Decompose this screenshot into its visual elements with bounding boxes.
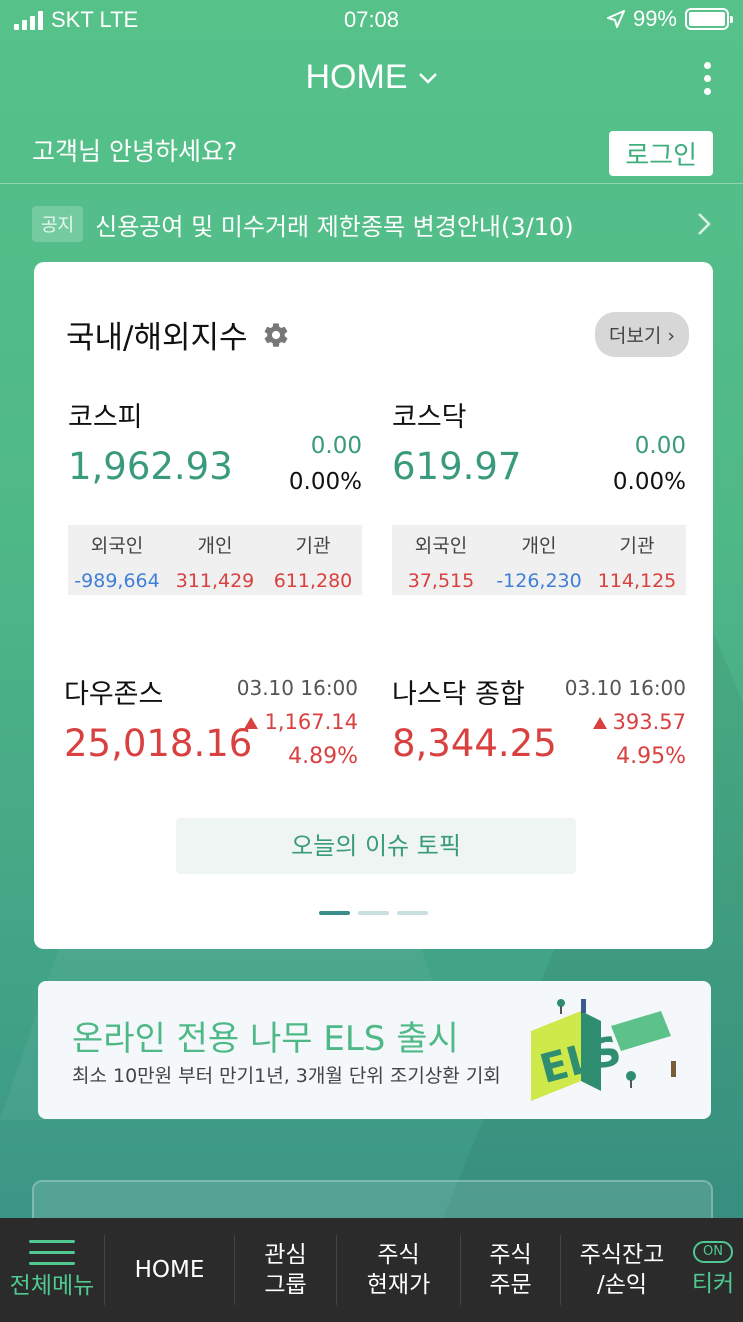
flow-header: 외국인 [90,535,144,557]
login-button[interactable]: 로그인 [609,131,713,176]
flow-value: 37,515 [407,570,475,592]
index-change: 393.57 4.95% [592,710,686,769]
page-dot[interactable] [397,911,428,915]
up-triangle-icon [244,717,259,729]
index-value: 1,962.93 [68,445,233,488]
els-banner[interactable]: 온라인 전용 나무 ELS 출시 최소 10만원 부터 만기1년, 3개월 단위… [38,981,711,1119]
index-card: 국내/해외지수 더보기 › 코스피 1,962.93 0.00 0.00% 외국… [34,262,713,949]
nav-balance[interactable]: 주식잔고 /손익 [561,1235,683,1305]
change-rate: 4.95% [616,744,686,769]
more-menu-icon[interactable] [701,62,713,102]
nav-label: 현재가 [366,1272,431,1298]
change-amount: 0.00 [310,433,362,459]
index-time: 03.10 16:00 [564,676,686,700]
divider [0,183,743,184]
nav-label: 주문 [489,1272,532,1298]
index-value: 619.97 [392,445,522,488]
flow-value: 311,429 [175,570,255,592]
bottom-nav: 전체메뉴 HOME 관심 그룹 주식 현재가 주식 주문 주식잔고 /손익 ON… [0,1218,743,1322]
issue-topic-button[interactable]: 오늘의 이슈 토픽 [176,818,576,874]
change-amount: 393.57 [612,710,686,734]
index-value: 8,344.25 [392,722,557,765]
ticker-on-badge: ON [693,1241,733,1263]
index-time: 03.10 16:00 [236,676,358,700]
investor-flow: 외국인 개인 기관 -989,664 311,429 611,280 [68,525,362,595]
index-change: 0.00 0.00% [289,433,362,495]
index-name: 코스피 [68,402,143,433]
chevron-down-icon [418,72,437,84]
change-rate: 0.00% [288,469,362,495]
notice-bar[interactable]: 공지 신용공여 및 미수거래 제한종목 변경안내(3/10) [32,204,712,244]
flow-header: 개인 [197,535,233,557]
change-amount: 0.00 [634,433,686,459]
page-indicator [34,911,713,915]
up-triangle-icon [592,717,607,729]
flow-value: 114,125 [597,570,677,592]
index-dow[interactable]: 다우존스 03.10 16:00 25,018.16 1,167.14 4.89… [64,672,358,782]
change-rate: 0.00% [612,469,686,495]
index-value: 25,018.16 [64,722,253,765]
index-nasdaq[interactable]: 나스닥 종합 03.10 16:00 8,344.25 393.57 4.95% [392,672,686,782]
change-amount: 1,167.14 [264,710,358,734]
more-button[interactable]: 더보기 › [594,312,689,357]
nav-label: 주식 [489,1242,532,1268]
status-bar: SKT LTE 07:08 99% [0,0,743,40]
page-dot[interactable] [358,911,389,915]
page-dot-active[interactable] [319,911,350,915]
nav-label: /손익 [596,1272,648,1298]
change-rate: 4.89% [288,744,358,769]
nav-stock-order[interactable]: 주식 주문 [461,1235,561,1305]
nav-home[interactable]: HOME [105,1235,235,1305]
app-header: HOME [0,52,743,108]
greeting-text: 고객님 안녕하세요? [32,137,238,166]
index-kospi[interactable]: 코스피 1,962.93 0.00 0.00% 외국인 개인 기관 -989,6… [68,395,362,605]
flow-value: -126,230 [496,570,582,592]
hamburger-icon [29,1239,75,1265]
notice-text: 신용공여 및 미수거래 제한종목 변경안내(3/10) [95,212,574,241]
nav-label: 전체메뉴 [9,1272,95,1299]
investor-flow: 외국인 개인 기관 37,515 -126,230 114,125 [392,525,686,595]
nav-watchlist[interactable]: 관심 그룹 [235,1235,337,1305]
flow-header: 기관 [295,535,331,557]
card-title: 국내/해외지수 [66,312,290,357]
notice-tag: 공지 [32,206,84,242]
nav-label: 관심 [264,1242,307,1268]
location-arrow-icon [606,10,625,28]
card-title-text: 국내/해외지수 [66,320,248,356]
nav-label: 주식잔고 [579,1242,665,1268]
battery-icon [685,8,733,30]
nav-label: 티커 [691,1271,735,1297]
banner-subtitle: 최소 10만원 부터 만기1년, 3개월 단위 조기상환 기회 [72,1065,501,1087]
page-title: HOME [305,58,408,96]
index-kosdaq[interactable]: 코스닥 619.97 0.00 0.00% 외국인 개인 기관 37,515 -… [392,395,686,605]
gear-icon[interactable] [262,321,290,349]
flow-header: 외국인 [414,535,468,557]
nav-all-menu[interactable]: 전체메뉴 [0,1235,105,1305]
nav-label: 주식 [377,1242,420,1268]
battery-percent: 99% [632,6,677,31]
nav-label: HOME [134,1257,205,1283]
flow-value: -989,664 [74,570,160,592]
flow-value: 611,280 [273,570,353,592]
home-dropdown[interactable]: HOME [0,58,743,97]
nav-stock-price[interactable]: 주식 현재가 [337,1235,461,1305]
nav-ticker-toggle[interactable]: ON 티커 [683,1235,743,1305]
index-name: 코스닥 [392,402,467,433]
index-change: 1,167.14 4.89% [244,710,358,769]
flow-header: 기관 [619,535,655,557]
flow-header: 개인 [521,535,557,557]
chevron-right-icon [698,213,711,235]
nav-label: 그룹 [264,1272,307,1298]
banner-title: 온라인 전용 나무 ELS 출시 [72,1019,459,1059]
els-illustration: ELS [531,999,676,1101]
index-change: 0.00 0.00% [613,433,686,495]
